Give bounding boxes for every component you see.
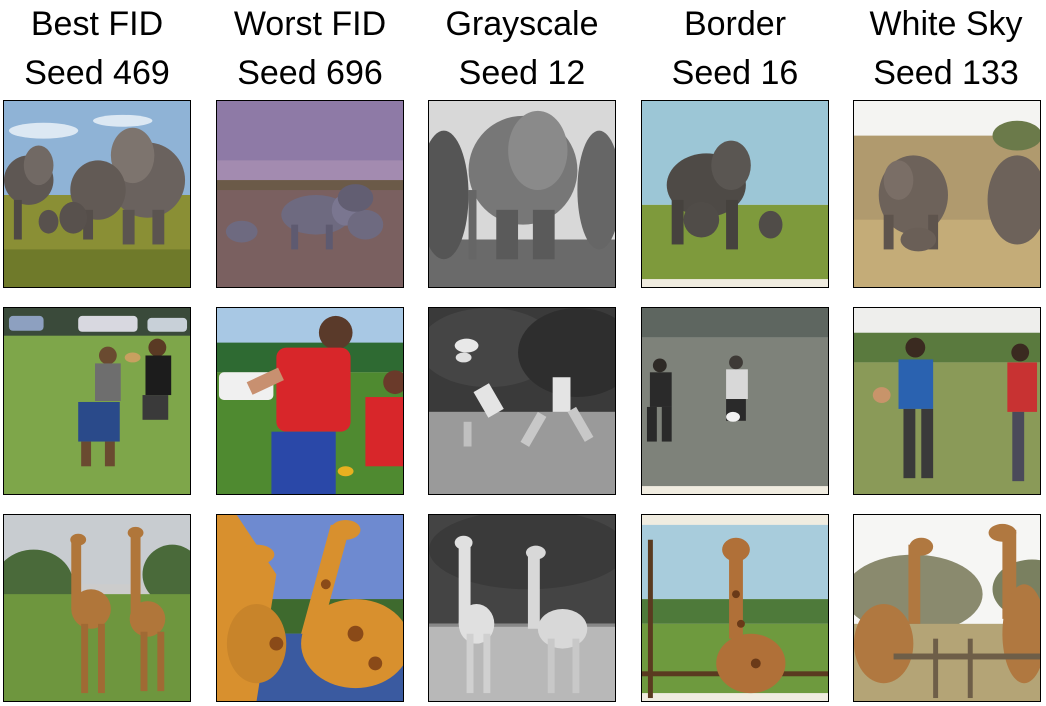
image-elephants-white-sky — [853, 100, 1041, 288]
image-giraffes-grayscale — [428, 514, 616, 702]
column-title: Worst FID — [233, 5, 387, 43]
column-title: Border — [683, 5, 787, 43]
image-giraffes-best-fid — [3, 514, 191, 702]
image-giraffes-white-sky — [853, 514, 1041, 702]
column-title: White Sky — [869, 5, 1023, 43]
image-giraffes-border — [641, 514, 829, 702]
image-elephants-border — [641, 100, 829, 288]
column-seed: Seed 16 — [671, 54, 799, 92]
column-seed: Seed 12 — [458, 54, 586, 92]
column-title: Best FID — [30, 5, 164, 43]
image-elephants-best-fid — [3, 100, 191, 288]
column-header-best-fid: Best FID Seed 469 — [0, 0, 202, 98]
image-frisbee-worst-fid — [216, 307, 404, 495]
column-seed: Seed 469 — [24, 54, 170, 92]
image-frisbee-border — [641, 307, 829, 495]
image-elephants-worst-fid — [216, 100, 404, 288]
column-header-white-sky: White Sky Seed 133 — [841, 0, 1046, 98]
image-frisbee-best-fid — [3, 307, 191, 495]
column-header-grayscale: Grayscale Seed 12 — [417, 0, 627, 98]
column-title: Grayscale — [445, 5, 599, 43]
image-giraffes-worst-fid — [216, 514, 404, 702]
column-header-border: Border Seed 16 — [630, 0, 840, 98]
column-seed: Seed 696 — [237, 54, 383, 92]
column-seed: Seed 133 — [873, 54, 1019, 92]
image-frisbee-white-sky — [853, 307, 1041, 495]
column-header-worst-fid: Worst FID Seed 696 — [205, 0, 415, 98]
image-frisbee-grayscale — [428, 307, 616, 495]
image-elephants-grayscale — [428, 100, 616, 288]
